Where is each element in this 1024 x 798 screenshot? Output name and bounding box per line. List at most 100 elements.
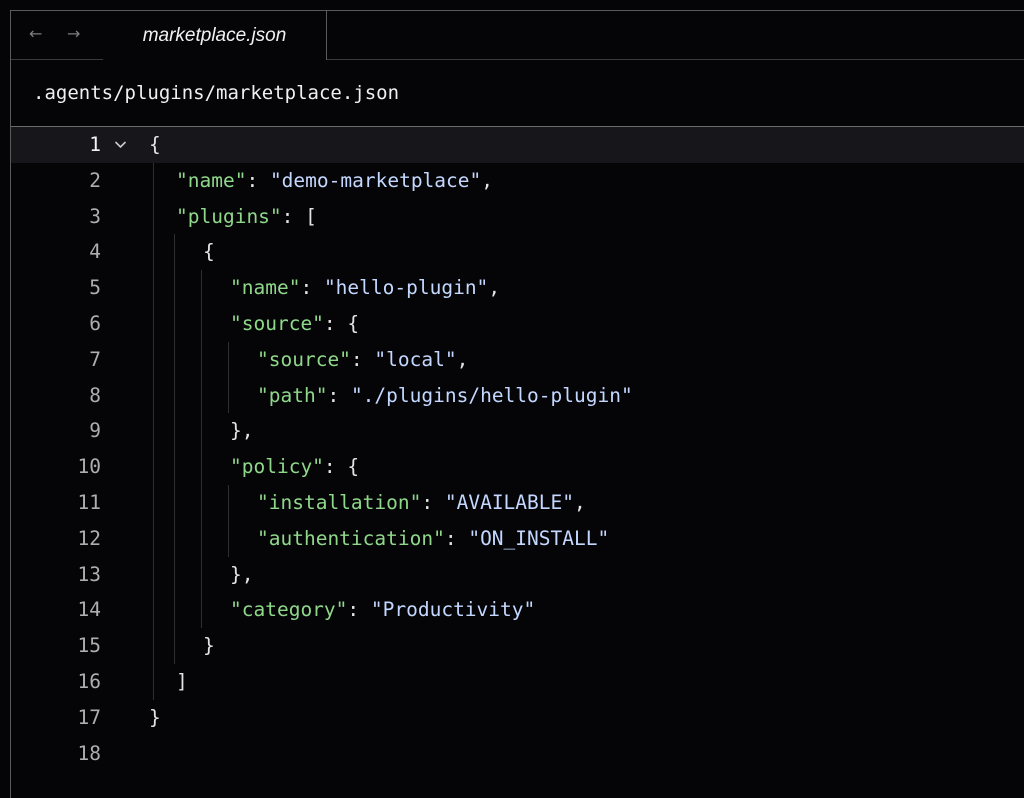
json-key: "path" <box>257 383 328 407</box>
code-line[interactable]: 16] <box>11 664 1024 700</box>
json-punctuation: } <box>149 705 161 729</box>
json-key: "source" <box>230 311 324 335</box>
line-number: 3 <box>89 204 101 228</box>
json-key: "name" <box>176 168 247 192</box>
code-text: { <box>203 234 215 270</box>
indent-guide <box>201 270 202 629</box>
code-text: }, <box>230 557 253 593</box>
code-text: "authentication": "ON_INSTALL" <box>257 521 609 557</box>
line-number: 17 <box>77 705 101 729</box>
json-key: "name" <box>230 276 301 300</box>
json-string: "Productivity" <box>370 598 536 622</box>
code-line[interactable]: 3 "plugins": [ <box>11 199 1024 235</box>
code-line[interactable]: 2 "name": "demo-marketplace", <box>11 163 1024 199</box>
json-punctuation: : <box>350 347 375 371</box>
json-punctuation: : [ <box>281 204 317 228</box>
code-line[interactable]: 17} <box>11 700 1024 736</box>
json-punctuation: : <box>421 490 445 514</box>
json-punctuation: : <box>246 168 270 192</box>
code-line[interactable]: 10 "policy": { <box>11 449 1024 485</box>
json-punctuation: , <box>456 347 469 371</box>
code-text: "path": "./plugins/hello-plugin" <box>257 378 633 414</box>
code-text: } <box>149 700 161 736</box>
code-line[interactable]: 1{ <box>11 127 1024 163</box>
code-line[interactable]: 8 "path": "./plugins/hello-plugin" <box>11 378 1024 414</box>
code-line[interactable]: 6 "source": { <box>11 306 1024 342</box>
tab-label: marketplace.json <box>142 24 287 46</box>
json-punctuation: : <box>444 526 469 550</box>
json-punctuation: { <box>203 240 215 264</box>
code-line[interactable]: 14 "category": "Productivity" <box>11 592 1024 628</box>
json-key: "authentication" <box>257 526 445 550</box>
code-text: "category": "Productivity" <box>230 592 535 628</box>
line-number: 7 <box>89 347 101 371</box>
code-text: }, <box>230 413 253 449</box>
line-number: 12 <box>77 526 101 550</box>
json-punctuation: }, <box>230 562 254 586</box>
line-number: 8 <box>89 383 101 407</box>
json-key: "policy" <box>230 455 324 479</box>
code-line[interactable]: 5 "name": "hello-plugin", <box>11 270 1024 306</box>
code-line[interactable]: 9}, <box>11 413 1024 449</box>
code-text: "source": "local", <box>257 342 468 378</box>
line-number: 4 <box>89 240 101 264</box>
json-key: "source" <box>257 347 351 371</box>
line-number: 6 <box>89 311 101 335</box>
json-key: "installation" <box>257 490 422 514</box>
indent-guide <box>153 162 154 700</box>
json-key: "plugins" <box>176 204 282 228</box>
json-punctuation: , <box>481 168 494 192</box>
line-number: 2 <box>89 168 101 192</box>
code-line[interactable]: 12 "authentication": "ON_INSTALL" <box>11 521 1024 557</box>
json-key: "category" <box>230 598 348 622</box>
code-line[interactable]: 13}, <box>11 557 1024 593</box>
json-punctuation: } <box>203 634 215 658</box>
json-punctuation: , <box>574 490 586 514</box>
code-text: "policy": { <box>230 449 359 485</box>
json-punctuation: : <box>347 598 371 622</box>
line-number: 15 <box>77 634 101 658</box>
json-punctuation: : { <box>323 455 360 479</box>
line-number: 9 <box>89 419 101 443</box>
chevron-down-icon[interactable] <box>114 127 127 163</box>
code-line[interactable]: 18 <box>11 736 1024 772</box>
code-line[interactable]: 7 "source": "local", <box>11 342 1024 378</box>
json-string: "demo-marketplace" <box>269 168 482 192</box>
indent-guide <box>228 485 229 557</box>
code-text: ] <box>176 664 188 700</box>
json-punctuation: }, <box>230 419 254 443</box>
json-punctuation: ] <box>176 669 188 693</box>
code-editor[interactable]: 1{2 "name": "demo-marketplace", 3 "plugins"… <box>11 127 1024 798</box>
code-text: "plugins": [ <box>176 199 317 235</box>
json-punctuation: : <box>327 383 351 407</box>
editor-window: ← → marketplace.json .agents/plugins/mar… <box>10 10 1024 798</box>
json-punctuation: : <box>300 276 324 300</box>
indent-guide <box>174 234 175 664</box>
line-number: 13 <box>77 562 101 586</box>
code-text: } <box>203 628 215 664</box>
code-line[interactable]: 4{ <box>11 234 1024 270</box>
indent-guide <box>228 341 229 414</box>
json-string: "AVAILABLE" <box>444 490 574 514</box>
breadcrumb: .agents/plugins/marketplace.json <box>11 60 1024 127</box>
code-text: { <box>149 127 161 163</box>
json-string: "hello-plugin" <box>323 276 489 300</box>
line-number: 1 <box>89 133 101 156</box>
line-number: 5 <box>89 276 101 300</box>
code-line[interactable]: 11 "installation": "AVAILABLE", <box>11 485 1024 521</box>
back-arrow-icon[interactable]: ← <box>29 24 42 43</box>
line-number: 14 <box>77 598 101 622</box>
json-punctuation: : { <box>323 311 360 335</box>
code-text: "name": "hello-plugin", <box>230 270 500 306</box>
file-path: .agents/plugins/marketplace.json <box>33 82 400 104</box>
tab-bar: ← → marketplace.json <box>11 11 1024 60</box>
code-line[interactable]: 15} <box>11 628 1024 664</box>
tab-marketplace-json[interactable]: marketplace.json <box>103 11 327 60</box>
json-punctuation: { <box>149 133 161 156</box>
line-number: 11 <box>77 490 101 514</box>
line-number: 16 <box>77 669 101 693</box>
json-punctuation: , <box>488 276 501 300</box>
forward-arrow-icon[interactable]: → <box>67 24 80 43</box>
line-number: 18 <box>77 741 101 765</box>
code-text: "installation": "AVAILABLE", <box>257 485 586 521</box>
